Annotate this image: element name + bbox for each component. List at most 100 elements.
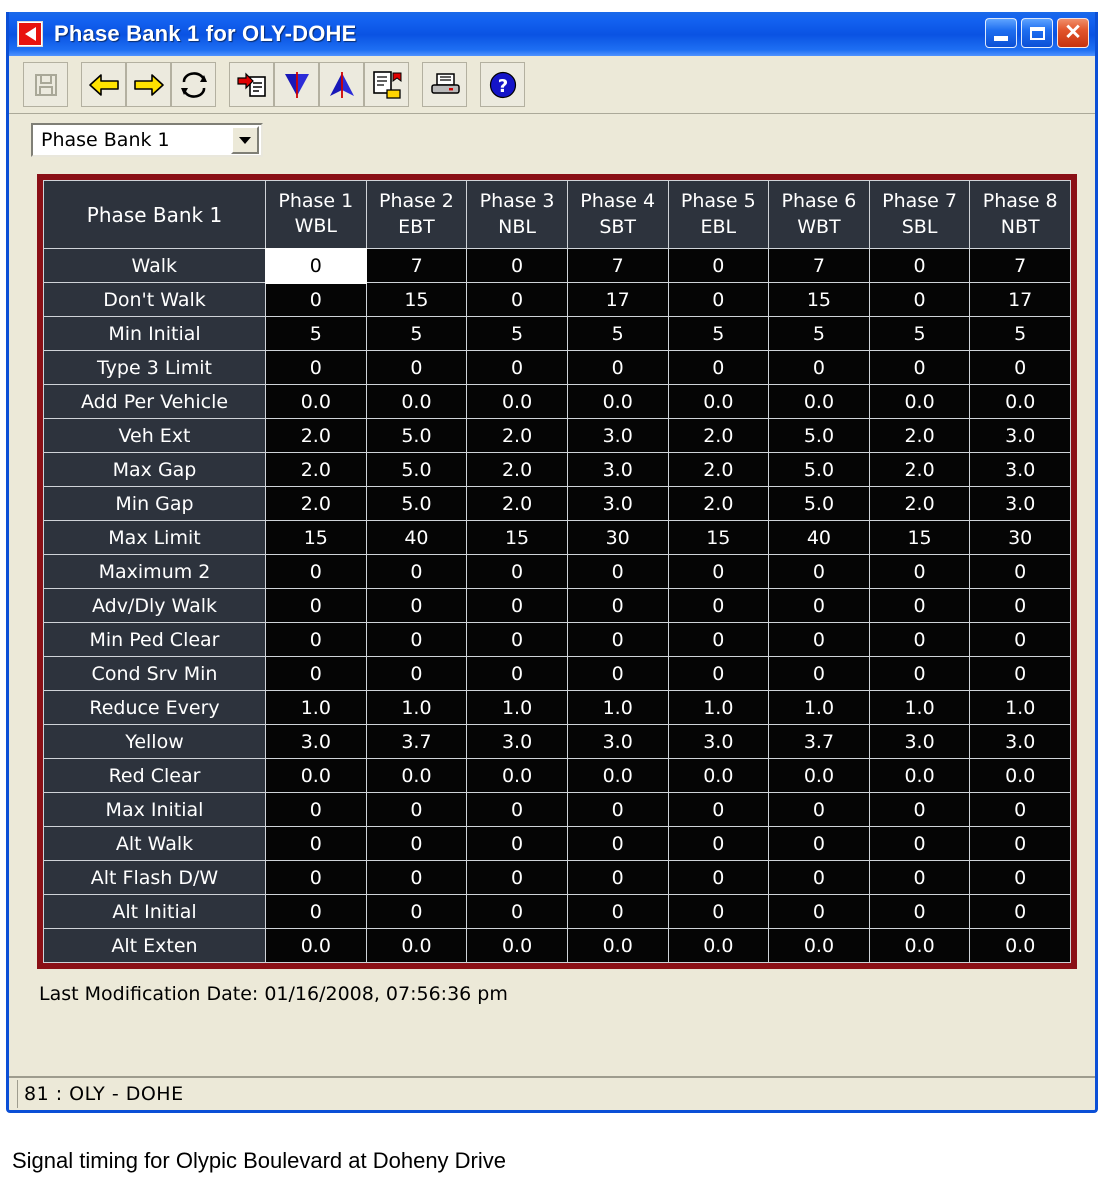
table-cell[interactable]: 40 (365, 520, 468, 555)
table-cell[interactable]: 0.0 (868, 384, 971, 419)
row-header-label[interactable]: Alt Flash D/W (43, 860, 266, 895)
table-cell[interactable]: 0 (969, 894, 1071, 929)
table-cell[interactable]: 0 (365, 894, 468, 929)
table-cell[interactable]: 2.0 (667, 452, 770, 487)
table-cell[interactable]: 0 (365, 588, 468, 623)
table-cell[interactable]: 0 (466, 350, 568, 385)
row-header-label[interactable]: Max Initial (43, 792, 266, 827)
table-cell[interactable]: 0 (365, 826, 468, 861)
table-cell[interactable]: 30 (969, 520, 1071, 555)
row-header-label[interactable]: Cond Srv Min (43, 656, 266, 691)
table-cell[interactable]: 0.0 (365, 384, 468, 419)
table-cell[interactable]: 0.0 (365, 928, 468, 963)
table-cell[interactable]: 0 (768, 622, 870, 657)
table-cell[interactable]: 0 (969, 792, 1071, 827)
table-cell[interactable]: 0 (265, 282, 367, 317)
table-cell[interactable]: 0 (265, 588, 367, 623)
table-cell[interactable]: 0 (768, 894, 870, 929)
table-cell[interactable]: 0 (969, 350, 1071, 385)
table-cell[interactable]: 0.0 (466, 758, 568, 793)
table-cell[interactable]: 15 (868, 520, 971, 555)
table-cell[interactable]: 5.0 (365, 418, 468, 453)
table-cell[interactable]: 0 (969, 588, 1071, 623)
table-cell[interactable]: 2.0 (466, 486, 568, 521)
row-header-label[interactable]: Type 3 Limit (43, 350, 266, 385)
table-cell[interactable]: 0 (768, 656, 870, 691)
table-cell[interactable]: 5 (466, 316, 568, 351)
table-cell[interactable]: 7 (365, 248, 468, 283)
table-cell[interactable]: 0 (768, 554, 870, 589)
table-cell[interactable]: 15 (265, 520, 367, 555)
table-cell[interactable]: 3.0 (969, 486, 1071, 521)
table-cell[interactable]: 0 (466, 588, 568, 623)
table-cell[interactable]: 1.0 (868, 690, 971, 725)
table-cell[interactable]: 0.0 (969, 928, 1071, 963)
table-cell[interactable]: 0 (466, 826, 568, 861)
table-cell[interactable]: 5 (768, 316, 870, 351)
table-cell[interactable]: 17 (969, 282, 1071, 317)
row-header-label[interactable]: Veh Ext (43, 418, 266, 453)
table-cell[interactable]: 0 (365, 656, 468, 691)
table-cell[interactable]: 1.0 (969, 690, 1071, 725)
table-cell[interactable]: 3.0 (969, 724, 1071, 759)
table-cell[interactable]: 0 (466, 656, 568, 691)
table-cell[interactable]: 0 (265, 826, 367, 861)
table-cell[interactable]: 0.0 (868, 928, 971, 963)
table-cell[interactable]: 0.0 (969, 758, 1071, 793)
table-cell[interactable]: 0 (566, 826, 669, 861)
table-cell[interactable]: 5 (868, 316, 971, 351)
table-cell[interactable]: 5 (365, 316, 468, 351)
table-cell[interactable]: 0 (466, 282, 568, 317)
table-cell[interactable]: 1.0 (768, 690, 870, 725)
table-cell[interactable]: 0.0 (265, 384, 367, 419)
table-cell[interactable]: 15 (466, 520, 568, 555)
table-cell[interactable]: 0.0 (667, 758, 770, 793)
row-header-label[interactable]: Maximum 2 (43, 554, 266, 589)
table-cell[interactable]: 0.0 (768, 384, 870, 419)
table-cell[interactable]: 3.0 (566, 452, 669, 487)
help-button[interactable]: ? (480, 62, 525, 107)
table-cell[interactable]: 0 (365, 792, 468, 827)
table-cell[interactable]: 0 (768, 792, 870, 827)
upload-to-controller-button[interactable] (229, 62, 274, 107)
table-cell[interactable]: 30 (566, 520, 669, 555)
table-cell[interactable]: 0 (868, 282, 971, 317)
row-header-label[interactable]: Don't Walk (43, 282, 266, 317)
table-cell[interactable]: 0 (265, 350, 367, 385)
table-cell[interactable]: 0.0 (365, 758, 468, 793)
table-cell[interactable]: 0 (365, 350, 468, 385)
table-cell[interactable]: 0 (768, 588, 870, 623)
table-cell[interactable]: 3.7 (768, 724, 870, 759)
download-button[interactable] (274, 62, 319, 107)
table-cell[interactable]: 0.0 (265, 928, 367, 963)
column-header-phase-1[interactable]: Phase 1 WBL (265, 180, 367, 249)
row-header-label[interactable]: Reduce Every (43, 690, 266, 725)
table-cell[interactable]: 0 (667, 350, 770, 385)
table-cell[interactable]: 0 (566, 350, 669, 385)
row-header-label[interactable]: Alt Walk (43, 826, 266, 861)
table-cell[interactable]: 0.0 (868, 758, 971, 793)
table-cell[interactable]: 0 (566, 588, 669, 623)
row-header-label[interactable]: Yellow (43, 724, 266, 759)
table-cell[interactable]: 3.0 (466, 724, 568, 759)
table-cell[interactable]: 0 (969, 656, 1071, 691)
table-cell[interactable]: 2.0 (265, 452, 367, 487)
row-header-label[interactable]: Min Ped Clear (43, 622, 266, 657)
table-cell[interactable]: 5.0 (768, 452, 870, 487)
row-header-label[interactable]: Min Gap (43, 486, 266, 521)
table-cell[interactable]: 0 (969, 554, 1071, 589)
table-cell[interactable]: 0.0 (969, 384, 1071, 419)
table-cell[interactable]: 0 (868, 554, 971, 589)
table-cell[interactable]: 15 (365, 282, 468, 317)
chevron-down-icon[interactable] (231, 126, 259, 154)
table-cell[interactable]: 0 (868, 894, 971, 929)
table-cell[interactable]: 0 (868, 792, 971, 827)
table-cell[interactable]: 0.0 (667, 928, 770, 963)
table-cell[interactable]: 0 (868, 656, 971, 691)
table-cell[interactable]: 0 (466, 622, 568, 657)
row-header-label[interactable]: Walk (43, 248, 266, 283)
row-header-label[interactable]: Alt Exten (43, 928, 266, 963)
table-cell[interactable]: 2.0 (667, 486, 770, 521)
next-button[interactable] (126, 62, 171, 107)
table-cell[interactable]: 2.0 (466, 418, 568, 453)
